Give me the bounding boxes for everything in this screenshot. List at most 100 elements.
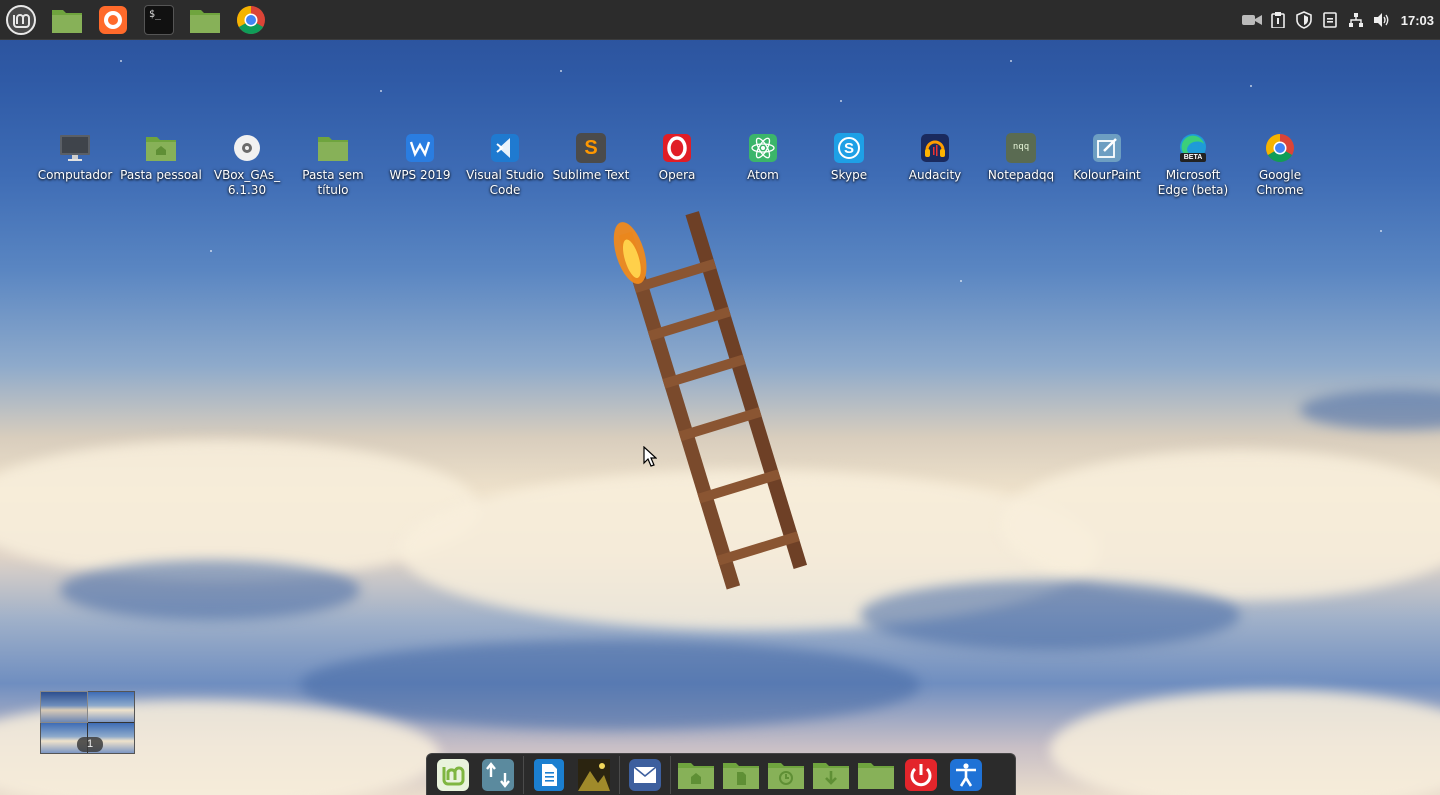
green-folder-icon [190,9,220,33]
wallpaper-star [960,280,962,282]
clipboard-icon[interactable] [1267,9,1289,31]
dock-image-viewer[interactable] [574,756,614,794]
downloads-folder-icon [813,762,849,789]
desktop-icon-pasta-sem-titulo[interactable]: Pasta sem título [290,132,376,198]
top-panel: $_ 17:03 [0,0,1440,40]
network-icon[interactable] [1345,9,1367,31]
mint-logo-icon [6,4,36,35]
clock[interactable]: 17:03 [1401,13,1434,28]
wallpaper-cloud-shadow [860,580,1240,650]
edge-beta-icon: BETA [1177,132,1209,164]
desktop-icon-atom[interactable]: Atom [720,132,806,183]
skype-icon: S [833,132,865,164]
wallpaper-star [1250,85,1252,87]
files-launcher[interactable] [50,3,84,37]
power-icon [905,758,937,791]
green-folder-icon [52,9,82,33]
desktop-icon-label: Pasta pessoal [120,168,202,182]
chrome-icon [1264,132,1296,164]
desktop-icon-notepadqq[interactable]: nqq Notepadqq [978,132,1064,183]
beta-badge: BETA [1180,153,1206,162]
firefox-icon [99,5,127,34]
workspace-thumbnail[interactable] [40,691,88,723]
sublime-glyph: S [576,133,606,163]
update-arrows-icon [482,758,514,791]
document-icon [534,758,564,791]
desktop-icon-label: Notepadqq [987,168,1055,182]
shield-icon[interactable] [1293,9,1315,31]
desktop-icon-visual-studio-code[interactable]: Visual Studio Code [462,132,548,198]
desktop-icon-label: VBox_GAs_ 6.1.30 [213,168,281,197]
dock-separator [670,755,671,794]
dock-power[interactable] [901,756,941,794]
home-folder-launcher[interactable] [188,3,222,37]
desktop-icon-label: Visual Studio Code [466,168,544,197]
desktop-icon-label: Pasta sem título [302,168,364,197]
desktop-icon-vbox-gas[interactable]: VBox_GAs_ 6.1.30 [204,132,290,198]
terminal-launcher[interactable]: $_ [142,3,176,37]
cd-icon [231,132,263,164]
wallpaper-star [380,90,382,92]
mint-menu-button[interactable] [4,3,38,37]
video-camera-icon[interactable] [1241,9,1263,31]
workspace-switcher[interactable]: 1 [40,691,135,754]
documents-folder-icon [723,762,759,789]
desktop-icon-sublime-text[interactable]: S Sublime Text [548,132,634,183]
desktop-icon-label: Opera [658,168,696,182]
opera-icon [661,132,693,164]
dock-mail[interactable] [625,756,665,794]
desktop-icon-audacity[interactable]: Audacity [892,132,978,183]
dock-update-manager[interactable] [478,756,518,794]
accessibility-icon [950,758,982,791]
desktop-icon-label: Microsoft Edge (beta) [1157,168,1229,197]
firefox-launcher[interactable] [96,3,130,37]
desktop-icon-label: Atom [747,168,779,182]
dock-folder[interactable] [856,756,896,794]
wallpaper-star [120,60,122,62]
desktop-icon-label: Google Chrome [1256,168,1304,197]
desktop-icon-skype[interactable]: S Skype [806,132,892,183]
dock [426,753,1016,795]
picture-icon [578,758,610,791]
desktop-icon-wps-2019[interactable]: WPS 2019 [377,132,463,183]
desktop-icon-pasta-pessoal[interactable]: Pasta pessoal [118,132,204,183]
dock-separator [619,755,620,794]
desktop-icon-label: Computador [37,168,113,182]
dock-documents-folder[interactable] [721,756,761,794]
desktop-icon-label: Skype [830,168,868,182]
desktop-icon-computador[interactable]: Computador [32,132,118,183]
desktop-icon-label: Sublime Text [552,168,630,182]
dock-downloads-folder[interactable] [811,756,851,794]
chrome-icon [237,5,265,34]
desktop-icon-label: Audacity [908,168,962,182]
ladder-rung [716,531,800,566]
workspace-thumbnail[interactable] [88,692,134,722]
desktop-icon-kolourpaint[interactable]: KolourPaint [1064,132,1150,183]
desktop-icon-microsoft-edge-beta[interactable]: BETA Microsoft Edge (beta) [1150,132,1236,198]
audacity-icon [919,132,951,164]
skype-glyph: S [838,137,860,159]
notepadqq-icon: nqq [1005,132,1037,164]
atom-icon [747,132,779,164]
notes-icon[interactable] [1319,9,1341,31]
dock-home-folder[interactable] [676,756,716,794]
computer-icon [59,132,91,164]
dock-recent-folder[interactable] [766,756,806,794]
volume-icon[interactable] [1371,9,1393,31]
wallpaper-star [1380,230,1382,232]
wallpaper-cloud [1050,690,1440,795]
burning-ladder-illustration [613,211,808,590]
sublime-icon: S [575,132,607,164]
terminal-icon: $_ [144,4,174,35]
desktop-icon-opera[interactable]: Opera [634,132,720,183]
wallpaper-star [210,250,212,252]
chrome-launcher[interactable] [234,3,268,37]
workspace-number-badge: 1 [77,737,103,752]
dock-mint-menu[interactable] [433,756,473,794]
home-folder-icon [678,762,714,789]
desktop-icon-label: KolourPaint [1073,168,1141,182]
dock-accessibility[interactable] [946,756,986,794]
dock-text-editor[interactable] [529,756,569,794]
mint-logo-icon [437,758,469,791]
desktop-icon-google-chrome[interactable]: Google Chrome [1237,132,1323,198]
